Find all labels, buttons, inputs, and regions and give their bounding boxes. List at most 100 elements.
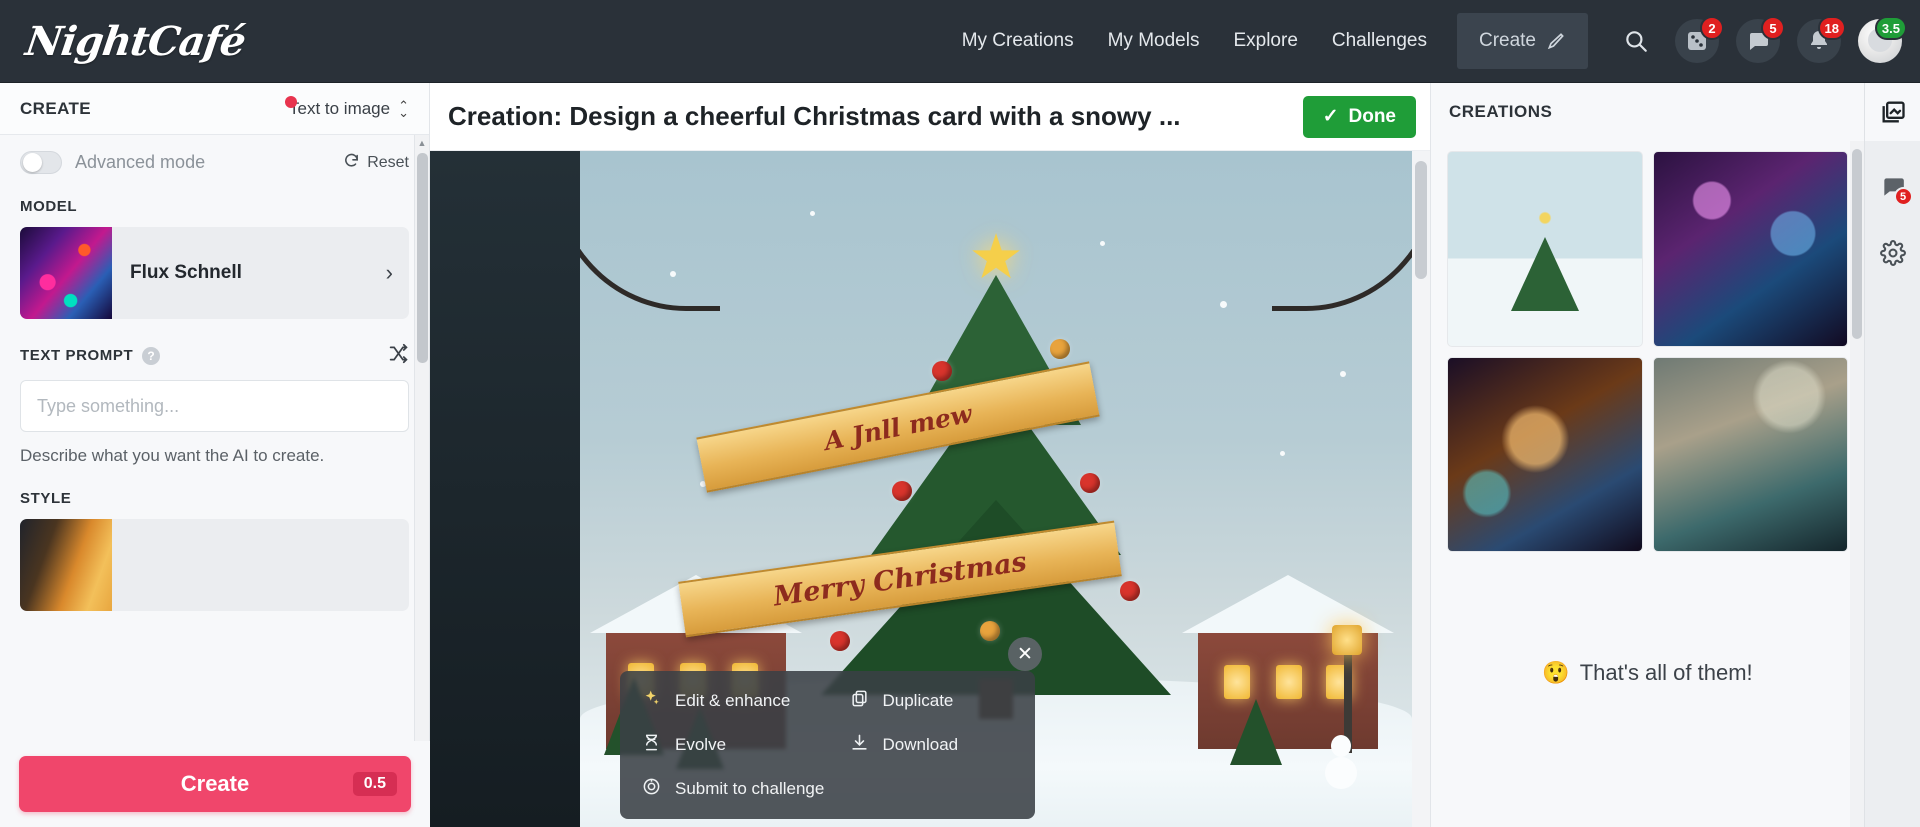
menu-submit-challenge[interactable]: Submit to challenge: [620, 774, 828, 804]
main-content: Creation: Design a cheerful Christmas ca…: [430, 83, 1430, 827]
advanced-mode-row: Advanced mode Reset: [20, 151, 409, 174]
nightcafe-logo[interactable]: NightCafé: [23, 18, 248, 65]
scroll-up-arrow[interactable]: ▲: [415, 135, 429, 150]
search-icon[interactable]: [1614, 19, 1658, 63]
create-credit-cost: 0.5: [352, 772, 397, 796]
menu-evolve[interactable]: Evolve: [620, 730, 828, 760]
prompt-section-label: TEXT PROMPT ?: [20, 343, 409, 368]
main-nav: My Creations My Models Explore Challenge…: [962, 30, 1427, 52]
gear-icon[interactable]: [1873, 233, 1913, 273]
done-button[interactable]: ✓ Done: [1302, 95, 1416, 138]
copy-icon: [850, 689, 869, 713]
create-button[interactable]: Create 0.5: [19, 756, 411, 812]
creation-thumb-sailing-ship[interactable]: [1652, 356, 1848, 552]
chat-badge: 5: [1761, 16, 1785, 40]
creations-title: CREATIONS: [1449, 102, 1553, 121]
sidebar-header: CREATE Text to image ⌃ ⌄: [0, 83, 429, 135]
style-section-label: STYLE: [20, 490, 409, 507]
done-label: Done: [1348, 105, 1397, 127]
gallery-icon[interactable]: [1864, 83, 1920, 141]
chat-bubble-icon[interactable]: 5: [1736, 16, 1785, 63]
model-name: Flux Schnell: [130, 262, 242, 283]
bell-icon[interactable]: 18: [1797, 16, 1846, 63]
creations-panel-header: CREATIONS: [1431, 83, 1864, 141]
model-section-label: MODEL: [20, 198, 409, 215]
menu-download[interactable]: Download: [828, 730, 1036, 760]
bell-badge: 18: [1817, 16, 1846, 40]
check-icon: ✓: [1322, 106, 1339, 127]
nav-explore[interactable]: Explore: [1233, 30, 1297, 52]
menu-submit-challenge-label: Submit to challenge: [675, 779, 825, 798]
help-icon[interactable]: ?: [142, 346, 161, 365]
nav-challenges[interactable]: Challenges: [1332, 30, 1427, 52]
create-button-label: Create: [180, 771, 250, 796]
menu-edit-enhance[interactable]: Edit & enhance: [620, 686, 828, 716]
dice-icon[interactable]: 2: [1675, 16, 1724, 63]
advanced-mode-toggle[interactable]: [20, 151, 62, 174]
prompt-label-text: TEXT PROMPT: [20, 347, 134, 364]
creation-thumb-dragon-globe[interactable]: [1447, 356, 1643, 552]
image-context-menu: Edit & enhance Duplicate Evolve Download…: [620, 671, 1035, 819]
style-selector-card[interactable]: [20, 519, 409, 611]
text-prompt-input[interactable]: [20, 380, 409, 432]
model-label-text: MODEL: [20, 198, 78, 215]
creations-scrollbar[interactable]: [1850, 141, 1864, 827]
menu-download-label: Download: [882, 735, 959, 754]
create-footer: Create 0.5: [0, 741, 430, 827]
sidebar-scrollbar[interactable]: ▲ ▼: [414, 135, 429, 827]
avatar[interactable]: 3.5: [1858, 16, 1907, 63]
menu-duplicate[interactable]: Duplicate: [828, 686, 1036, 716]
header-icon-group: 2 5 18 3.5: [1614, 16, 1907, 63]
sidebar-title: CREATE: [20, 98, 92, 118]
menu-evolve-label: Evolve: [675, 735, 727, 754]
creations-grid: [1431, 141, 1864, 552]
credits-badge: 3.5: [1874, 16, 1907, 40]
nav-my-creations[interactable]: My Creations: [962, 30, 1074, 52]
rail-chat-icon[interactable]: 5: [1873, 167, 1913, 207]
rail-chat-badge: 5: [1893, 187, 1913, 206]
create-sidebar: CREATE Text to image ⌃ ⌄ Advanced mode Re…: [0, 83, 430, 827]
refresh-icon: [343, 152, 360, 174]
sparkles-icon: [642, 689, 661, 713]
creations-panel: CREATIONS 😲 That's all of them!: [1430, 83, 1864, 827]
model-thumbnail: [20, 227, 112, 319]
reset-button[interactable]: Reset: [343, 152, 409, 174]
target-icon: [642, 777, 661, 801]
model-selector-card[interactable]: Flux Schnell ›: [20, 227, 409, 319]
image-scroll-thumb[interactable]: [1415, 161, 1427, 279]
nav-my-models[interactable]: My Models: [1108, 30, 1200, 52]
sidebar-scroll-thumb[interactable]: [417, 153, 428, 363]
surprised-face-emoji: 😲: [1542, 660, 1570, 685]
style-label-text: STYLE: [20, 490, 72, 507]
paintbrush-icon: [1546, 31, 1566, 51]
prompt-helper-text: Describe what you want the AI to create.: [20, 446, 325, 465]
end-of-list-text: That's all of them!: [1579, 660, 1753, 685]
shuffle-icon[interactable]: [388, 343, 409, 368]
image-scrollbar[interactable]: [1412, 151, 1430, 827]
end-of-list-message: 😲 That's all of them!: [1431, 660, 1864, 686]
chevron-updown-icon: ⌃ ⌄: [398, 97, 409, 120]
menu-duplicate-label: Duplicate: [882, 691, 954, 710]
creation-thumb-blue-dragon[interactable]: [1652, 151, 1848, 347]
dice-badge: 2: [1700, 16, 1724, 40]
advanced-mode-label: Advanced mode: [75, 152, 206, 172]
download-icon: [850, 733, 869, 757]
right-rail: 5: [1864, 83, 1920, 827]
page-title: Creation: Design a cheerful Christmas ca…: [448, 101, 1181, 131]
top-header: NightCafé My Creations My Models Explore…: [0, 0, 1920, 83]
menu-edit-enhance-label: Edit & enhance: [675, 691, 791, 710]
creation-thumb-christmas-tree[interactable]: [1447, 151, 1643, 347]
creation-image-viewer[interactable]: ★ A Jnll mew Merry Christmas ✕ Edit & en…: [430, 151, 1430, 827]
sidebar-body: Advanced mode Reset MODEL Flux Schnell ›…: [0, 135, 429, 827]
chevron-right-icon: ›: [385, 260, 393, 285]
mode-new-dot: [284, 95, 297, 108]
creations-scroll-thumb[interactable]: [1852, 149, 1862, 339]
header-create-button[interactable]: Create: [1456, 13, 1588, 69]
image-letterbox-left: [430, 151, 580, 827]
dna-icon: [642, 733, 661, 757]
creation-header: Creation: Design a cheerful Christmas ca…: [430, 83, 1430, 151]
mode-selector[interactable]: Text to image ⌃ ⌄: [284, 95, 409, 120]
header-create-label: Create: [1478, 30, 1536, 51]
reset-label: Reset: [367, 153, 409, 171]
close-icon[interactable]: ✕: [1008, 637, 1042, 671]
